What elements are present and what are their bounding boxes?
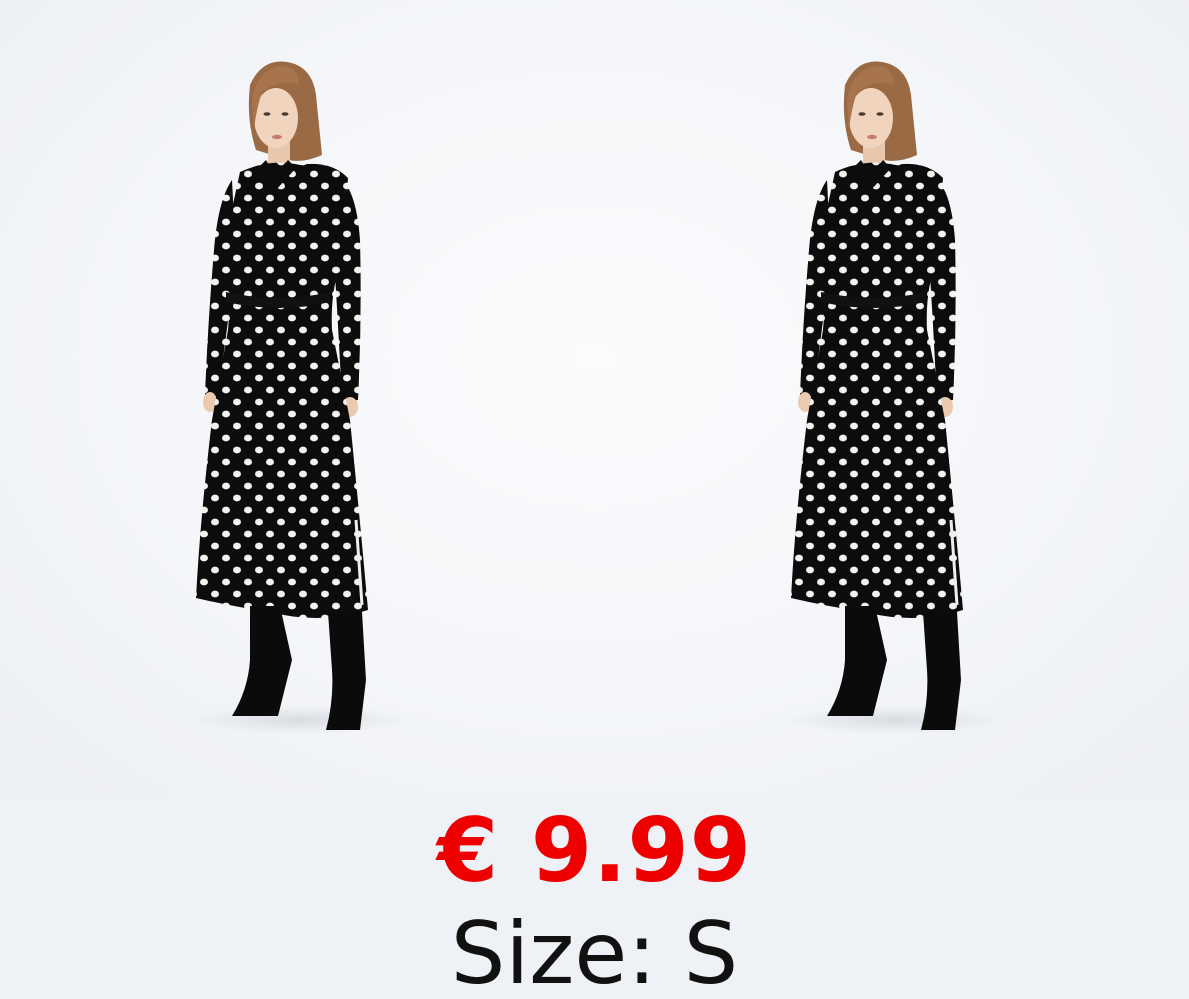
- model-photo-left[interactable]: [0, 0, 594, 793]
- product-photos: [0, 0, 1189, 793]
- model-photo-right[interactable]: [595, 0, 1189, 793]
- model-photo-icon: [190, 61, 410, 734]
- model-photo-icon: [785, 61, 1005, 734]
- price-size-block: € 9.99 Size: S: [0, 793, 1189, 999]
- product-card: € 9.99 Size: S: [0, 0, 1189, 999]
- size-label: Size: S: [450, 904, 739, 999]
- price-label: € 9.99: [437, 799, 752, 902]
